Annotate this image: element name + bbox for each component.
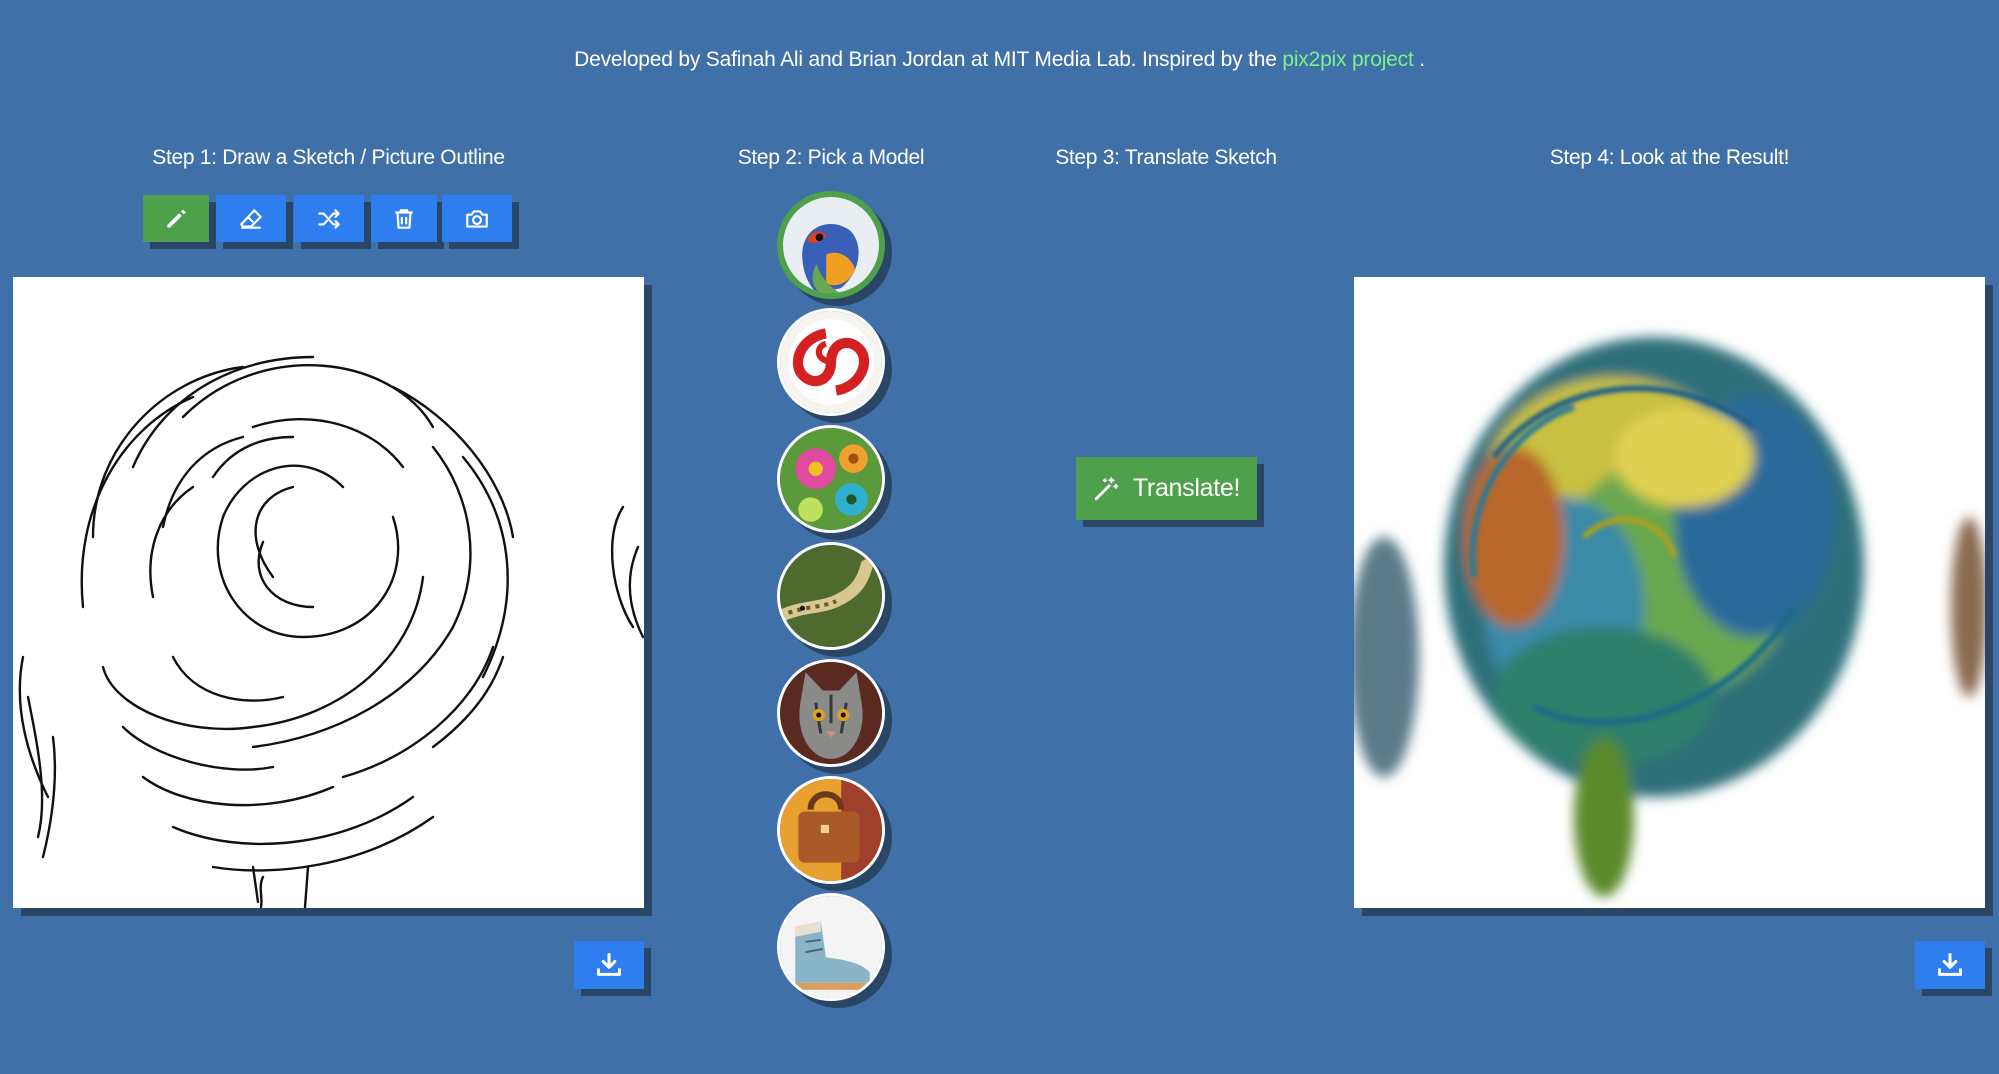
credits-line: Developed by Safinah Ali and Brian Jorda… <box>0 48 1999 72</box>
result-painting <box>1349 337 1987 897</box>
camera-button[interactable] <box>442 195 512 242</box>
download-result-button[interactable] <box>1915 941 1985 989</box>
sketch-canvas[interactable] <box>13 277 645 909</box>
step3-title: Step 3: Translate Sketch <box>1055 146 1277 169</box>
step4-title: Step 4: Look at the Result! <box>1549 146 1790 169</box>
model-shoe[interactable] <box>777 893 885 1001</box>
pix2pix-link[interactable]: pix2pix project <box>1282 48 1413 71</box>
handbag-thumbnail <box>780 779 882 881</box>
download-icon <box>1937 952 1963 976</box>
step1-title: Step 1: Draw a Sketch / Picture Outline <box>152 146 505 169</box>
pencil-tool-button[interactable] <box>143 195 209 242</box>
flowers-thumbnail <box>780 428 882 530</box>
trash-icon <box>395 208 413 229</box>
magic-wand-icon <box>1094 476 1119 500</box>
bird-thumbnail <box>783 197 879 293</box>
credits-suffix: . <box>1419 48 1425 71</box>
shuffle-icon <box>318 208 340 229</box>
eraser-tool-button[interactable] <box>216 195 286 242</box>
candy-thumbnail <box>780 311 882 413</box>
translate-button[interactable]: Translate! <box>1076 457 1257 520</box>
model-handbag[interactable] <box>777 776 885 884</box>
download-sketch-button[interactable] <box>574 941 644 989</box>
model-bird[interactable] <box>777 191 885 299</box>
shoe-thumbnail <box>780 896 882 998</box>
translate-label: Translate! <box>1132 474 1241 502</box>
result-image <box>1349 277 1987 908</box>
download-icon <box>596 952 622 976</box>
snake-thumbnail <box>780 545 882 647</box>
eraser-icon <box>240 208 262 229</box>
credits-text: Developed by Safinah Ali and Brian Jorda… <box>574 48 1277 71</box>
model-candy[interactable] <box>777 308 885 416</box>
cat-thumbnail <box>780 662 882 764</box>
model-snake[interactable] <box>777 542 885 650</box>
model-cat[interactable] <box>777 659 885 767</box>
sketch-drawing <box>18 355 645 909</box>
camera-icon <box>466 209 488 228</box>
step2-title: Step 2: Pick a Model <box>737 146 925 169</box>
clear-button[interactable] <box>371 195 437 242</box>
shuffle-button[interactable] <box>294 195 364 242</box>
pencil-icon <box>167 209 186 228</box>
model-flowers[interactable] <box>777 425 885 533</box>
